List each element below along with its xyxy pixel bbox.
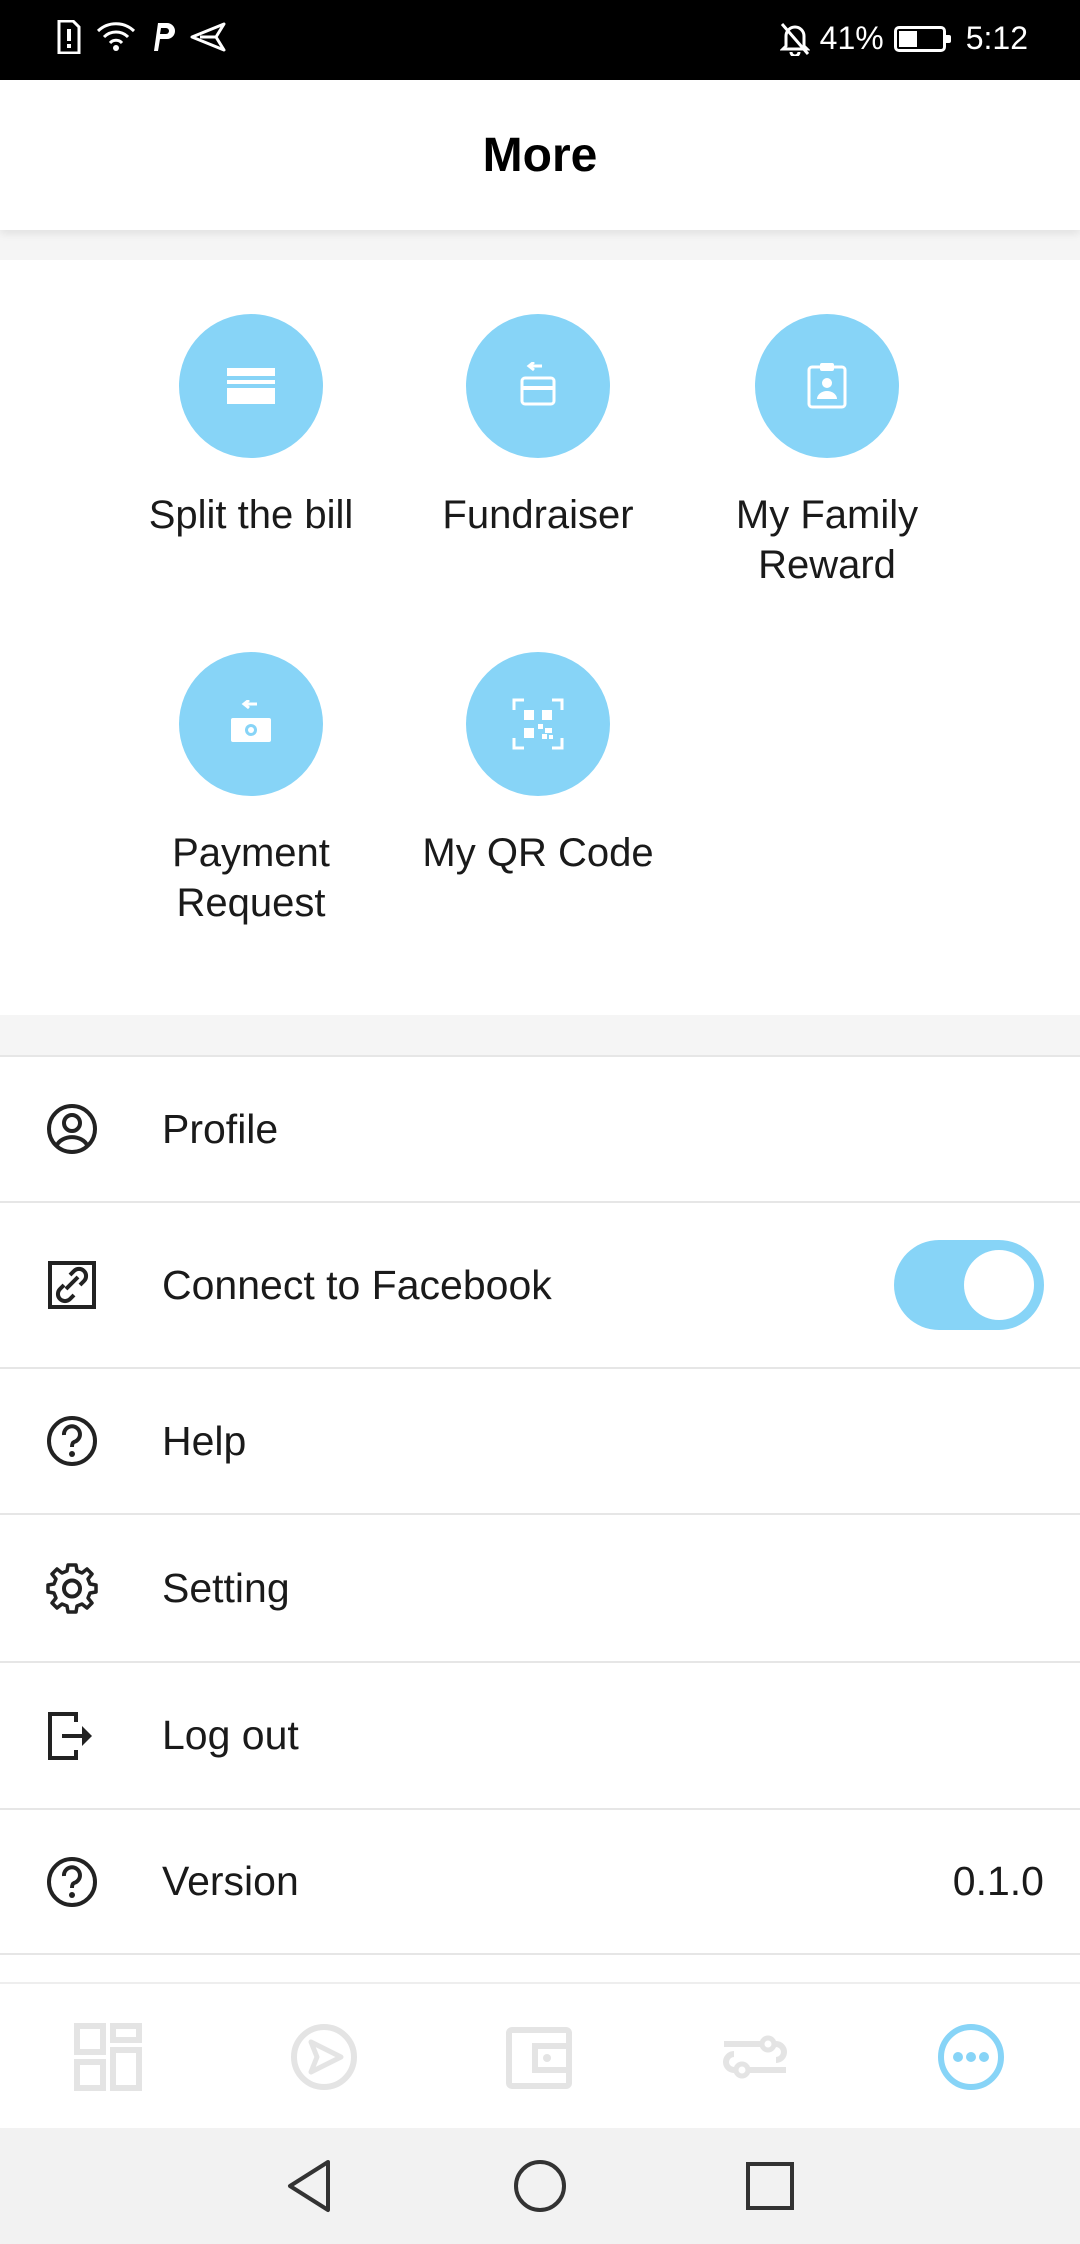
menu-label: Connect to Facebook	[162, 1261, 552, 1308]
facebook-toggle[interactable]	[894, 1240, 1044, 1330]
feature-label: My QR Code	[422, 831, 654, 875]
menu-item-logout[interactable]: Log out	[0, 1661, 1080, 1808]
feature-grid: Split the bill Fundraiser My Family Rewa…	[0, 260, 1080, 1015]
menu-label: Setting	[162, 1564, 290, 1611]
system-nav-bar	[0, 2128, 1080, 2244]
section-spacer	[0, 1015, 1080, 1055]
menu-item-version: Version 0.1.0	[0, 1808, 1080, 1955]
menu-item-help[interactable]: Help	[0, 1367, 1080, 1513]
logout-icon	[48, 1711, 92, 1760]
back-icon[interactable]	[282, 2158, 338, 2214]
wallet-icon[interactable]	[505, 2022, 575, 2092]
battery-percent: 41%	[819, 20, 884, 56]
version-value: 0.1.0	[952, 1858, 1044, 1904]
page-title: More	[482, 128, 598, 182]
qr-code-icon	[512, 698, 564, 750]
qr-code-circle	[466, 652, 610, 796]
menu-label: Profile	[162, 1105, 279, 1152]
more-dots-icon[interactable]	[936, 2022, 1006, 2092]
menu-item-profile[interactable]: Profile	[0, 1055, 1080, 1201]
status-left-icons	[56, 20, 226, 54]
grid-icon[interactable]	[73, 2022, 143, 2092]
family-reward-circle	[755, 314, 899, 458]
menu-label: Help	[162, 1417, 247, 1464]
menu-item-connect-facebook[interactable]: Connect to Facebook	[0, 1201, 1080, 1367]
feature-label: Split the bill	[148, 493, 354, 537]
card-transfer-icon	[520, 362, 556, 406]
feature-payment-request[interactable]: Payment Request	[106, 652, 396, 928]
feature-label: Fundraiser	[442, 493, 634, 537]
status-right-icons: 41% 5:12	[779, 20, 1028, 57]
payment-request-circle	[179, 652, 323, 796]
parking-icon	[154, 23, 175, 51]
settings-list: Profile Connect to Facebook Help Setting…	[0, 1055, 1080, 1955]
feature-split-the-bill[interactable]: Split the bill	[106, 314, 396, 540]
gear-icon	[46, 1563, 98, 1614]
app-header: More	[0, 80, 1080, 230]
bell-off-icon	[779, 22, 810, 56]
fundraiser-circle	[466, 314, 610, 458]
feature-label: My Family Reward	[735, 493, 919, 587]
feature-my-qr-code[interactable]: My QR Code	[393, 652, 683, 878]
section-spacer	[0, 230, 1080, 260]
question-circle-icon	[47, 1416, 97, 1466]
send-status-icon	[190, 22, 226, 52]
home-icon[interactable]	[512, 2158, 568, 2214]
recents-icon[interactable]	[742, 2158, 798, 2214]
clipboard-person-icon	[807, 363, 847, 409]
cash-request-icon	[231, 700, 271, 742]
wifi-icon	[96, 22, 136, 51]
send-circle-icon[interactable]	[289, 2022, 359, 2092]
menu-label: Log out	[162, 1712, 299, 1758]
menu-label: Version	[162, 1858, 299, 1904]
bottom-tab-bar	[0, 1982, 1080, 2130]
split-bill-circle	[179, 314, 323, 458]
feature-label: Payment Request	[172, 831, 330, 925]
feature-fundraiser[interactable]: Fundraiser	[393, 314, 683, 540]
user-circle-icon	[47, 1104, 97, 1154]
clock: 5:12	[965, 20, 1028, 56]
toggle-knob	[964, 1250, 1034, 1320]
transfer-icon[interactable]	[720, 2022, 790, 2092]
link-icon	[48, 1261, 96, 1309]
menu-item-setting[interactable]: Setting	[0, 1513, 1080, 1661]
status-bar: 41% 5:12	[0, 0, 1080, 80]
card-icon	[227, 368, 275, 404]
feature-my-family-reward[interactable]: My Family Reward	[682, 314, 972, 590]
battery-icon	[893, 25, 951, 52]
sim-alert-icon	[57, 20, 81, 54]
question-circle-icon	[47, 1856, 97, 1907]
